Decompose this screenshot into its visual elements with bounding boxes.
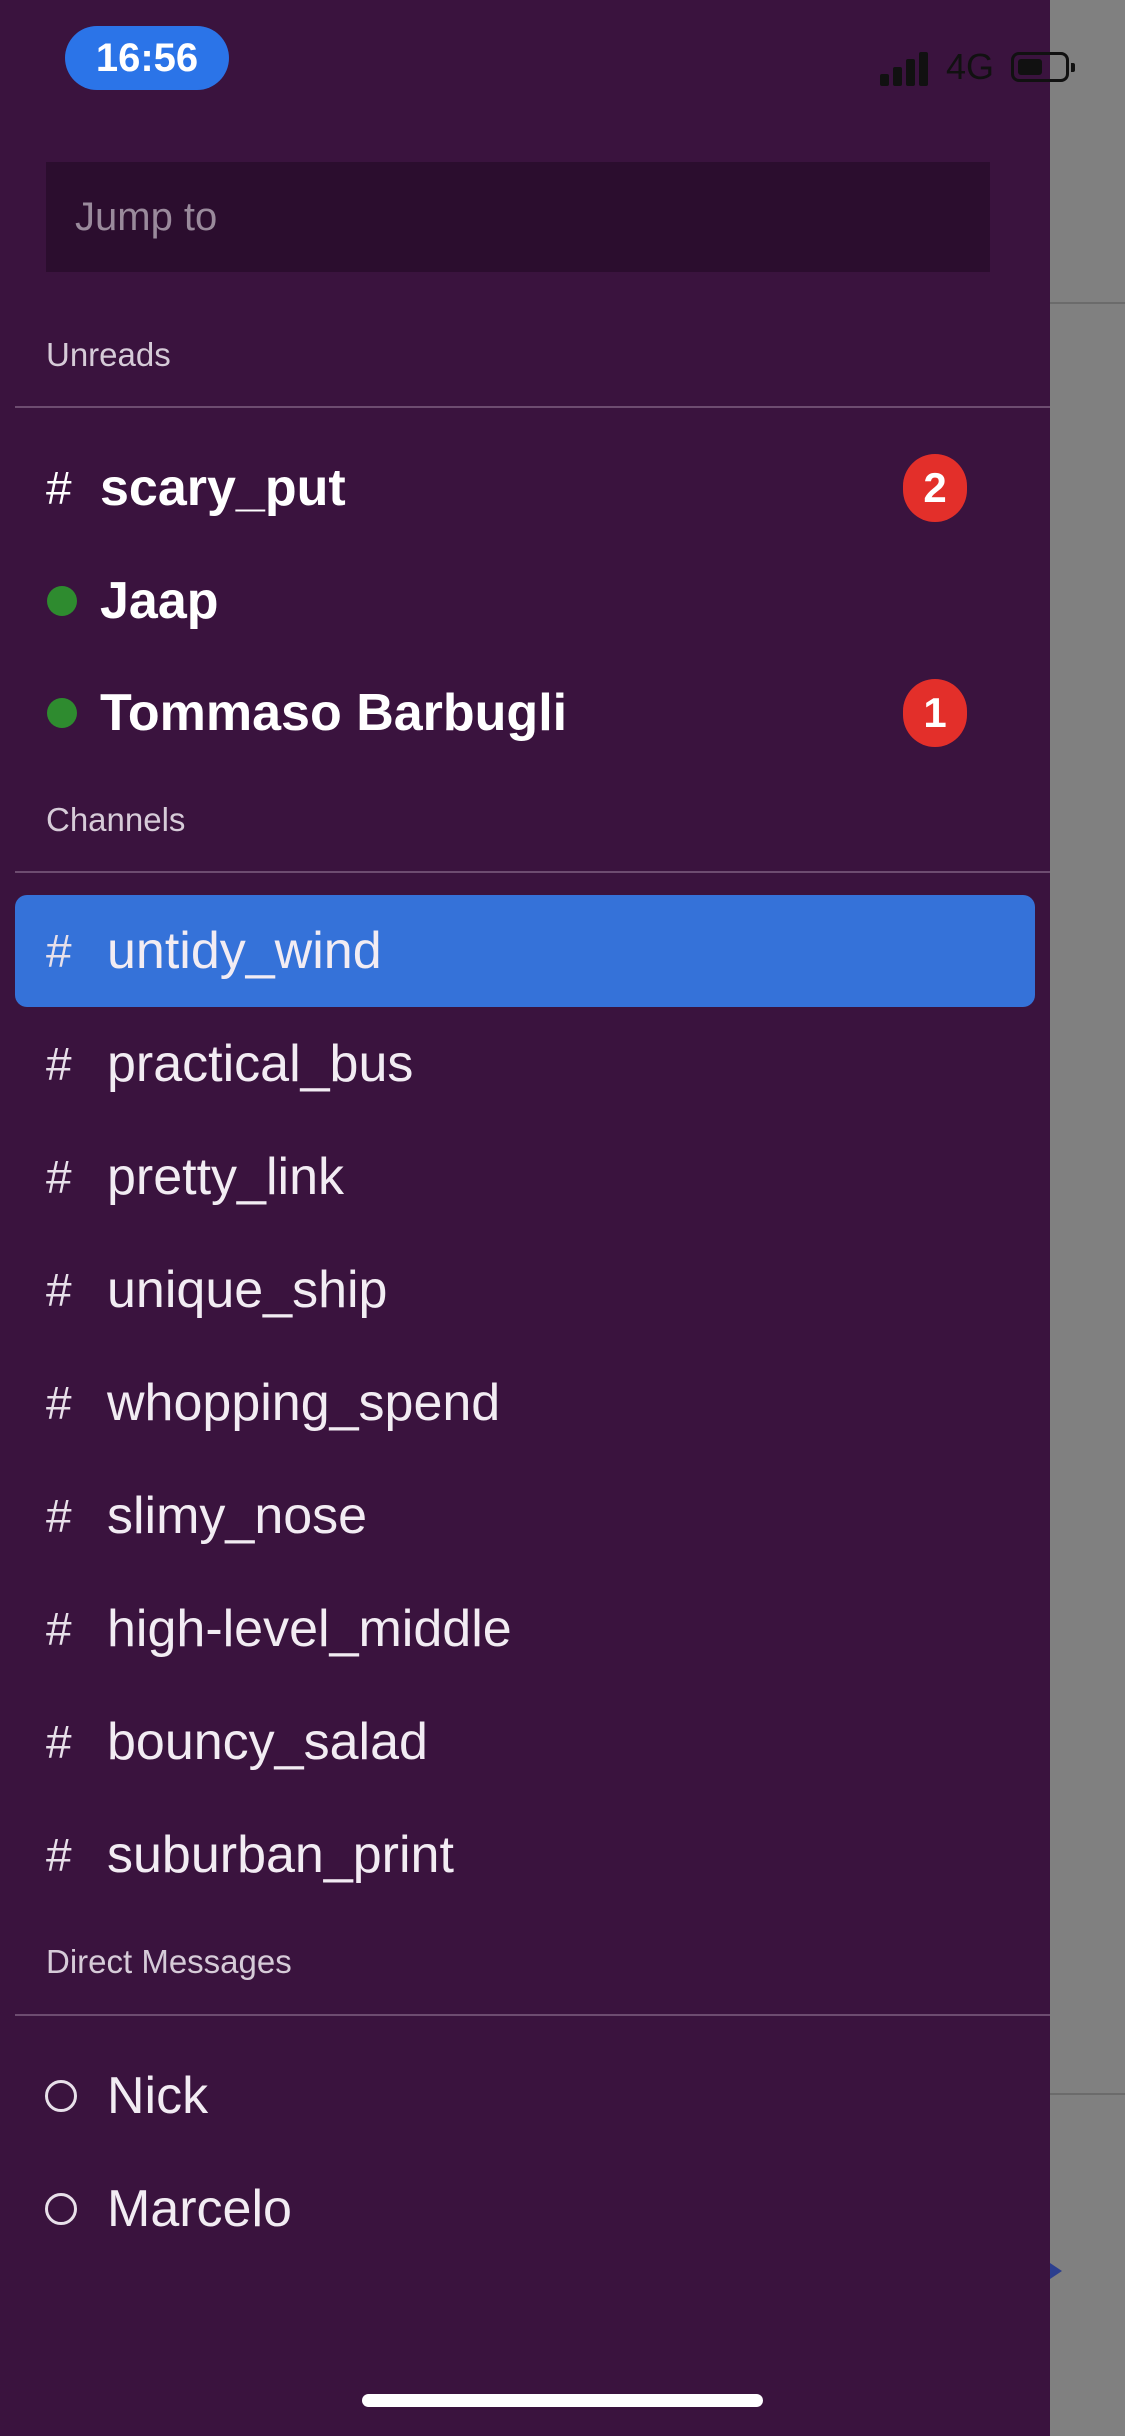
channel-hash-icon: # — [46, 1603, 72, 1655]
channel-hash-icon: # — [46, 1829, 72, 1881]
channel-hash-icon: # — [46, 1716, 72, 1768]
channel-high-level-middle[interactable]: # high-level_middle — [15, 1573, 1035, 1685]
channel-slimy-nose[interactable]: # slimy_nose — [15, 1460, 1035, 1572]
unread-dm-tommaso-barbugli[interactable]: Tommaso Barbugli 1 — [15, 657, 1035, 769]
unreads-heading: Unreads — [46, 336, 171, 373]
channel-name: unique_ship — [107, 1261, 388, 1319]
unread-channel-scary-put[interactable]: # scary_put 2 — [15, 432, 1035, 544]
overlay-divider — [1050, 302, 1125, 304]
channel-suburban-print[interactable]: # suburban_print — [15, 1799, 1035, 1911]
channel-name: untidy_wind — [107, 922, 382, 980]
channel-name: slimy_nose — [107, 1487, 368, 1545]
channel-untidy-wind[interactable]: # untidy_wind — [15, 895, 1035, 1007]
channel-name: high-level_middle — [107, 1600, 512, 1658]
channel-hash-icon: # — [46, 925, 72, 977]
channel-hash-icon: # — [46, 1264, 72, 1316]
channel-hash-icon: # — [46, 1038, 72, 1090]
unread-count-badge: 2 — [903, 454, 967, 522]
main-content-overlay[interactable] — [1050, 0, 1125, 2436]
channel-name: bouncy_salad — [107, 1713, 428, 1771]
channel-hash-icon: # — [46, 1377, 72, 1429]
channel-name: whopping_spend — [107, 1374, 501, 1432]
direct-messages-heading: Direct Messages — [46, 1943, 292, 1980]
status-time: 16:56 — [65, 26, 229, 90]
dm-name: Nick — [107, 2067, 209, 2125]
dm-nick[interactable]: Nick — [15, 2040, 1035, 2152]
channel-practical-bus[interactable]: # practical_bus — [15, 1008, 1035, 1120]
channel-name: suburban_print — [107, 1826, 454, 1884]
section-divider — [15, 2014, 1050, 2016]
online-presence-icon — [47, 698, 77, 728]
channels-heading: Channels — [46, 801, 186, 838]
channel-name: scary_put — [100, 459, 346, 517]
channel-hash-icon: # — [46, 462, 72, 514]
dm-name: Tommaso Barbugli — [100, 684, 568, 742]
unread-dm-jaap[interactable]: Jaap — [15, 545, 1035, 657]
channel-hash-icon: # — [46, 1151, 72, 1203]
jump-to-input[interactable] — [46, 162, 990, 272]
channel-pretty-link[interactable]: # pretty_link — [15, 1121, 1035, 1233]
app-screen: 16:56 4G Unreads # scary_put 2 Jaap — [0, 0, 1125, 2436]
dm-name: Jaap — [100, 572, 219, 630]
unread-count-badge: 1 — [903, 679, 967, 747]
section-divider — [15, 871, 1050, 873]
dm-name: Marcelo — [107, 2180, 292, 2238]
network-type: 4G — [946, 46, 995, 87]
overlay-divider — [1050, 2093, 1125, 2095]
channel-whopping-spend[interactable]: # whopping_spend — [15, 1347, 1035, 1459]
home-indicator[interactable] — [362, 2394, 763, 2407]
section-divider — [15, 406, 1050, 408]
jump-to-search[interactable] — [46, 162, 990, 272]
dm-marcelo[interactable]: Marcelo — [15, 2153, 1035, 2265]
offline-presence-icon — [45, 2080, 77, 2112]
online-presence-icon — [47, 586, 77, 616]
channel-name: pretty_link — [107, 1148, 344, 1206]
battery-icon — [1011, 52, 1075, 82]
channel-unique-ship[interactable]: # unique_ship — [15, 1234, 1035, 1346]
channel-bouncy-salad[interactable]: # bouncy_salad — [15, 1686, 1035, 1798]
channel-hash-icon: # — [46, 1490, 72, 1542]
channel-name: practical_bus — [107, 1035, 414, 1093]
sidebar-drawer: 16:56 4G Unreads # scary_put 2 Jaap — [0, 0, 1075, 2436]
offline-presence-icon — [45, 2193, 77, 2225]
